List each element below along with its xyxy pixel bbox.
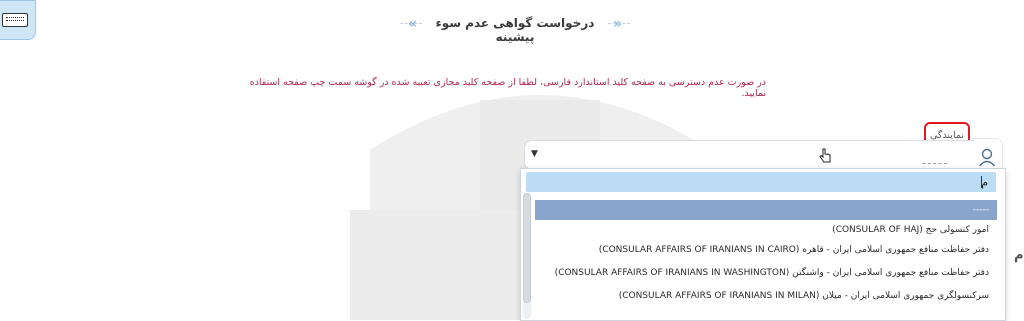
title-divider-right — [608, 23, 630, 25]
keyboard-icon — [2, 13, 28, 27]
virtual-keyboard-button[interactable] — [0, 0, 36, 40]
representation-select[interactable]: ▼ — [524, 140, 974, 170]
dropdown-option[interactable]: امور کنسولی حج (CONSULAR OF HAJ) — [535, 220, 997, 240]
dropdown-scrollbar[interactable] — [523, 193, 531, 319]
dropdown-option[interactable]: دفتر حفاظت منافع جمهوری اسلامی ایران - ق… — [535, 240, 997, 260]
dropdown-search-input[interactable] — [526, 172, 996, 192]
hand-cursor-icon — [819, 148, 831, 163]
dropdown-search[interactable] — [526, 172, 996, 192]
keyboard-notice: در صورت عدم دسترسی به صفحه کلید استاندار… — [249, 77, 766, 99]
caret-down-icon[interactable]: ▼ — [531, 149, 538, 159]
chevron-decoration-left-icon: « — [408, 16, 418, 32]
dropdown-option[interactable]: سرکنسولگری جمهوری اسلامی ایران - میلان (… — [535, 286, 997, 306]
scrollbar-thumb[interactable] — [523, 193, 531, 303]
representation-dropdown: ----- امور کنسولی حج (CONSULAR OF HAJ) د… — [520, 168, 1006, 321]
person-icon — [978, 148, 996, 167]
dropdown-option[interactable]: دفتر حفاظت منافع جمهوری اسلامی ایران - و… — [535, 263, 997, 283]
clipped-side-text: م — [1014, 248, 1024, 263]
text-caret — [981, 176, 982, 188]
page-title: درخواست گواهی عدم سوء پیشینه — [435, 16, 595, 44]
dropdown-option[interactable]: ----- — [535, 200, 997, 220]
page-header: « درخواست گواهی عدم سوء پیشینه » — [400, 6, 630, 44]
